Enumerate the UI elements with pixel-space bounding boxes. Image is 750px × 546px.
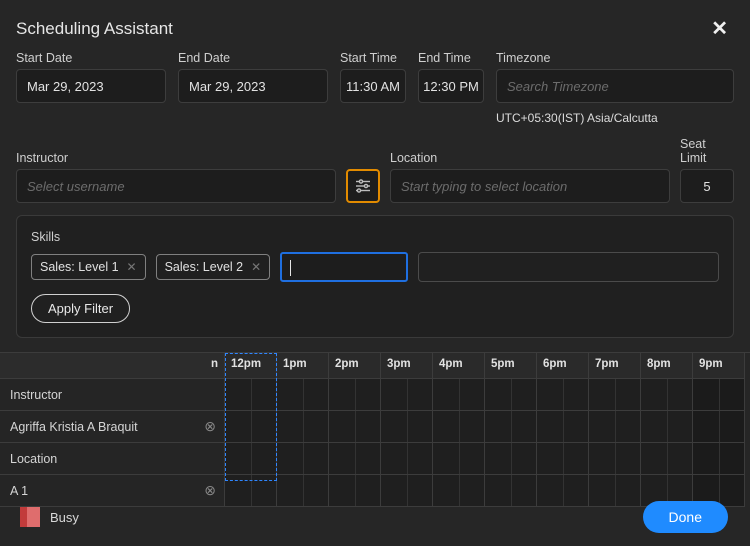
grid-row-label-text: Location <box>10 452 57 466</box>
grid-slot[interactable] <box>485 443 537 475</box>
timezone-display: UTC+05:30(IST) Asia/Calcutta <box>496 111 734 125</box>
grid-slot[interactable] <box>589 411 641 443</box>
end-time-input[interactable] <box>418 69 484 103</box>
grid-row-label: Instructor <box>0 379 225 411</box>
grid-slot[interactable] <box>485 411 537 443</box>
grid-hour-header: 6pm <box>537 353 589 379</box>
grid-slot[interactable] <box>589 443 641 475</box>
grid-hour-header: 7pm <box>589 353 641 379</box>
skill-chip-label: Sales: Level 1 <box>40 260 119 274</box>
grid-slot[interactable] <box>381 379 433 411</box>
grid-slot[interactable] <box>225 443 277 475</box>
seat-limit-label: Seat Limit <box>680 137 734 165</box>
grid-slot[interactable] <box>277 379 329 411</box>
grid-row-label: Agriffa Kristia A Braquit ⊗ <box>0 411 225 443</box>
grid-hour-header: 9pm <box>693 353 745 379</box>
grid-slot[interactable] <box>225 411 277 443</box>
grid-slot[interactable] <box>589 379 641 411</box>
apply-filter-button[interactable]: Apply Filter <box>31 294 130 323</box>
grid-hour-header: 2pm <box>329 353 381 379</box>
grid-slot[interactable] <box>329 379 381 411</box>
sliders-icon <box>355 179 371 193</box>
grid-hour-header: 5pm <box>485 353 537 379</box>
grid-row-label-text: Agriffa Kristia A Braquit <box>10 420 138 434</box>
grid-slot[interactable] <box>433 411 485 443</box>
grid-slot[interactable] <box>693 411 745 443</box>
skill-chip-label: Sales: Level 2 <box>165 260 244 274</box>
skill-search-input[interactable] <box>280 252 408 282</box>
instructor-input[interactable] <box>16 169 336 203</box>
end-time-label: End Time <box>418 51 484 65</box>
dialog-title: Scheduling Assistant <box>16 19 173 39</box>
grid-slot[interactable] <box>381 443 433 475</box>
grid-hour-header: 3pm <box>381 353 433 379</box>
skills-panel: Skills Sales: Level 1 ✕ Sales: Level 2 ✕… <box>16 215 734 338</box>
grid-slot[interactable] <box>329 443 381 475</box>
grid-slot[interactable] <box>537 379 589 411</box>
skill-chip[interactable]: Sales: Level 1 ✕ <box>31 254 146 280</box>
start-date-label: Start Date <box>16 51 166 65</box>
timezone-label: Timezone <box>496 51 734 65</box>
seat-limit-input[interactable] <box>680 169 734 203</box>
chip-remove-icon[interactable]: ✕ <box>127 260 137 274</box>
close-icon[interactable]: ✕ <box>711 16 728 41</box>
grid-slot[interactable] <box>225 379 277 411</box>
busy-label: Busy <box>50 510 79 525</box>
grid-slot[interactable] <box>641 443 693 475</box>
busy-swatch <box>20 507 40 527</box>
start-time-label: Start Time <box>340 51 406 65</box>
chip-remove-icon[interactable]: ✕ <box>251 260 261 274</box>
location-label: Location <box>390 151 670 165</box>
row-remove-icon[interactable]: ⊗ <box>204 418 216 435</box>
filter-button[interactable] <box>346 169 380 203</box>
grid-slot[interactable] <box>641 379 693 411</box>
grid-slot[interactable] <box>641 411 693 443</box>
grid-hour-header: 4pm <box>433 353 485 379</box>
grid-slot[interactable] <box>277 411 329 443</box>
grid-slot[interactable] <box>485 379 537 411</box>
end-date-input[interactable] <box>178 69 328 103</box>
grid-slot[interactable] <box>433 379 485 411</box>
grid-row-label-text: Instructor <box>10 388 62 402</box>
grid-slot[interactable] <box>433 443 485 475</box>
start-time-input[interactable] <box>340 69 406 103</box>
text-caret <box>290 260 291 276</box>
grid-slot[interactable] <box>381 411 433 443</box>
start-date-input[interactable] <box>16 69 166 103</box>
grid-slot[interactable] <box>277 443 329 475</box>
end-date-label: End Date <box>178 51 328 65</box>
timezone-input[interactable] <box>496 69 734 103</box>
grid-hour-header: 1pm <box>277 353 329 379</box>
grid-slot[interactable] <box>693 379 745 411</box>
grid-hour-header: 8pm <box>641 353 693 379</box>
instructor-label: Instructor <box>16 151 336 165</box>
skill-chip[interactable]: Sales: Level 2 ✕ <box>156 254 271 280</box>
grid-header-spacer: n <box>0 353 225 379</box>
grid-row-label: Location <box>0 443 225 475</box>
location-input[interactable] <box>390 169 670 203</box>
grid-slot[interactable] <box>693 443 745 475</box>
grid-slot[interactable] <box>329 411 381 443</box>
done-button[interactable]: Done <box>643 501 728 533</box>
grid-slot[interactable] <box>537 411 589 443</box>
skills-input-tail[interactable] <box>418 252 719 282</box>
grid-hour-header: 12pm <box>225 353 277 379</box>
skills-label: Skills <box>31 230 60 244</box>
grid-slot[interactable] <box>537 443 589 475</box>
